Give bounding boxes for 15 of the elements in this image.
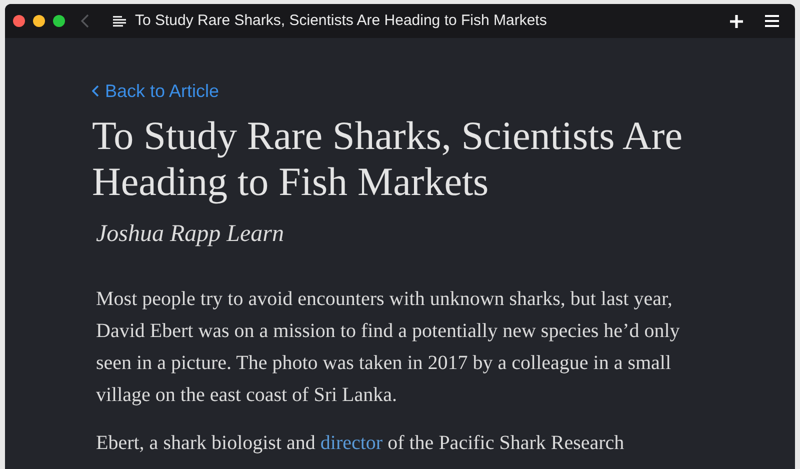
minimize-button[interactable]: [33, 15, 45, 27]
window-title: To Study Rare Sharks, Scientists Are Heading to Fish Markets: [135, 10, 547, 31]
back-icon[interactable]: [81, 14, 89, 28]
reader-icon[interactable]: [113, 16, 126, 26]
chevron-left-icon: [92, 85, 99, 97]
back-to-article-link[interactable]: Back to Article: [92, 79, 220, 103]
close-button[interactable]: [13, 15, 25, 27]
article-paragraph: Most people try to avoid encounters with unknown sharks, but last year, David Ebert was on a mission to find a potentially new species he’d only seen in a picture. The photo was taken in 2017 by a colleague in a small village on the east coast of Sri Lanka.: [96, 287, 681, 408]
article-title: To Study Rare Sharks, Scientists Are Heading to Fish Markets: [92, 113, 684, 205]
plus-icon[interactable]: [730, 14, 743, 28]
menu-icon[interactable]: [765, 15, 779, 27]
director-link[interactable]: director: [320, 432, 383, 454]
article-author: Joshua Rapp Learn: [96, 220, 284, 249]
article-paragraph: Ebert, a shark biologist and director of the Pacific Shark Research: [96, 431, 626, 456]
maximize-button[interactable]: [53, 15, 65, 27]
